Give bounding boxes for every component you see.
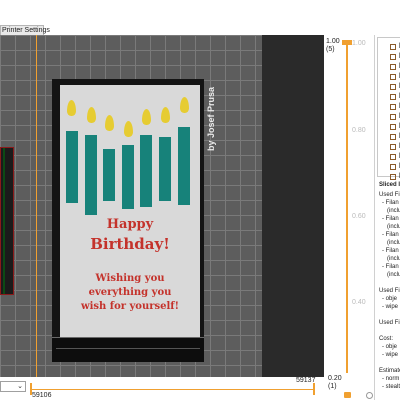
sliced-info-line: (inclu — [387, 224, 400, 230]
sliced-info-line: - Filan — [382, 264, 399, 270]
sliced-info-line: - stealt — [382, 384, 400, 390]
sliced-info-title: Sliced I — [379, 182, 400, 188]
sliced-info-line: Estimate — [379, 368, 400, 374]
card-text-wishing: Wishing you — [95, 273, 165, 284]
top-height: 1.00 — [326, 38, 340, 45]
candle-shape — [103, 149, 115, 201]
candle-shape — [66, 131, 78, 203]
sliced-info-line: - Filan — [382, 248, 399, 254]
sliced-info-line: - Filan — [382, 232, 399, 238]
sliced-info-line: (inclu — [387, 208, 400, 214]
bottom-height: 0.20 — [328, 375, 342, 382]
sliced-info-line: (inclu — [387, 272, 400, 278]
bed-edge-line — [36, 35, 37, 377]
horizontal-slider-track[interactable] — [30, 389, 314, 390]
tab-printer-settings-label: Printer Settings — [2, 27, 50, 34]
vertical-slider-tick: 0.40 — [352, 299, 366, 306]
bottom-layer: (1) — [328, 383, 337, 390]
3d-viewport[interactable]: Happy Birthday! Wishing you everything y… — [0, 35, 324, 377]
chevron-down-icon: ⌄ — [17, 383, 23, 390]
flame-icon — [87, 107, 96, 123]
flame-icon — [105, 115, 114, 131]
candle-shape — [159, 137, 171, 201]
checkbox-icon[interactable] — [390, 104, 396, 110]
horizontal-slider-right-handle[interactable] — [313, 383, 315, 395]
sliced-info-line: - obje — [382, 296, 398, 302]
card-text-everything: everything you — [88, 287, 172, 298]
bed-side-object[interactable] — [0, 147, 14, 295]
checkbox-icon[interactable] — [390, 94, 396, 100]
checkbox-icon[interactable] — [390, 44, 396, 50]
lock-icon[interactable] — [344, 392, 351, 398]
horizontal-slider-right-value: 59137 — [296, 377, 316, 384]
flame-icon — [142, 109, 151, 125]
checkbox-icon[interactable] — [390, 134, 396, 140]
card-author-text: by Josef Prusa — [206, 86, 216, 151]
checkbox-icon[interactable] — [390, 64, 396, 70]
candle-shape — [85, 135, 97, 215]
sliced-info-line: (inclu — [387, 240, 400, 246]
checkbox-icon[interactable] — [390, 154, 396, 160]
vertical-slider-top-handle[interactable] — [342, 40, 352, 45]
sliced-info-line: Used Fila — [379, 288, 400, 294]
card-text-happy: Happy — [106, 217, 154, 232]
card-text-birthday: Birthday! — [90, 235, 170, 253]
flame-icon — [180, 97, 189, 113]
vertical-slider-top-value: 1.00 (5) — [326, 38, 340, 54]
right-sidebar: bbbbbbbbbbbbbb Sliced I Used Fila - Filan (… — [374, 35, 400, 400]
checkbox-icon[interactable] — [390, 174, 396, 180]
card-text-wish: wish for yourself! — [80, 301, 179, 312]
sliced-info-line: - obje — [382, 344, 398, 350]
flame-icon — [67, 100, 76, 116]
tab-strip: Printer Settings — [0, 0, 400, 35]
card-object[interactable]: Happy Birthday! Wishing you everything y… — [52, 79, 216, 362]
checkbox-icon[interactable] — [390, 144, 396, 150]
candle-shape — [122, 145, 134, 209]
horizontal-slider-left-value: 59106 — [32, 392, 52, 399]
flame-icon — [124, 121, 133, 137]
bed-side-panel — [262, 35, 324, 377]
checkbox-icon[interactable] — [390, 114, 396, 120]
sliced-info-line: Cost: — [379, 336, 394, 342]
card-face: Happy Birthday! Wishing you everything y… — [60, 85, 200, 337]
sliced-info-line: - Filan — [382, 200, 399, 206]
checkbox-icon[interactable] — [390, 164, 396, 170]
candle-shape — [178, 127, 190, 205]
vertical-slider-tick: 0.60 — [352, 213, 366, 220]
object-list[interactable]: bbbbbbbbbbbbbb — [377, 37, 400, 180]
sliced-info-line: - wipe — [382, 352, 399, 358]
checkbox-icon[interactable] — [390, 54, 396, 60]
tab-printer-settings[interactable]: Printer Settings — [0, 25, 50, 35]
sliced-info-line: Used Fila — [379, 192, 400, 198]
vertical-slider-tick: 1.00 — [352, 40, 366, 47]
checkbox-icon[interactable] — [390, 124, 396, 130]
flame-icon — [161, 107, 170, 123]
vertical-slider-tick: 0.80 — [352, 127, 366, 134]
top-layer: (5) — [326, 46, 335, 53]
vertical-slider-bottom-value: 0.20 (1) — [328, 375, 342, 391]
sliced-info-line: (inclu — [387, 256, 400, 262]
candle-shape — [140, 135, 152, 207]
card-base — [52, 337, 204, 362]
vertical-slider-track[interactable] — [346, 43, 348, 373]
checkbox-icon[interactable] — [390, 74, 396, 80]
view-dropdown[interactable]: ⌄ — [0, 381, 26, 392]
vertical-layer-slider[interactable]: 1.00 (5) 1.00 0.80 0.60 0.40 0.20 (1) — [324, 35, 374, 400]
sliced-info-line: - norm — [382, 376, 400, 382]
checkbox-icon[interactable] — [390, 84, 396, 90]
sliced-info-line: Used Fila — [379, 320, 400, 326]
sliced-info-line: - Filan — [382, 216, 399, 222]
gear-icon[interactable] — [366, 392, 373, 399]
sliced-info-line: - wipe — [382, 304, 399, 310]
